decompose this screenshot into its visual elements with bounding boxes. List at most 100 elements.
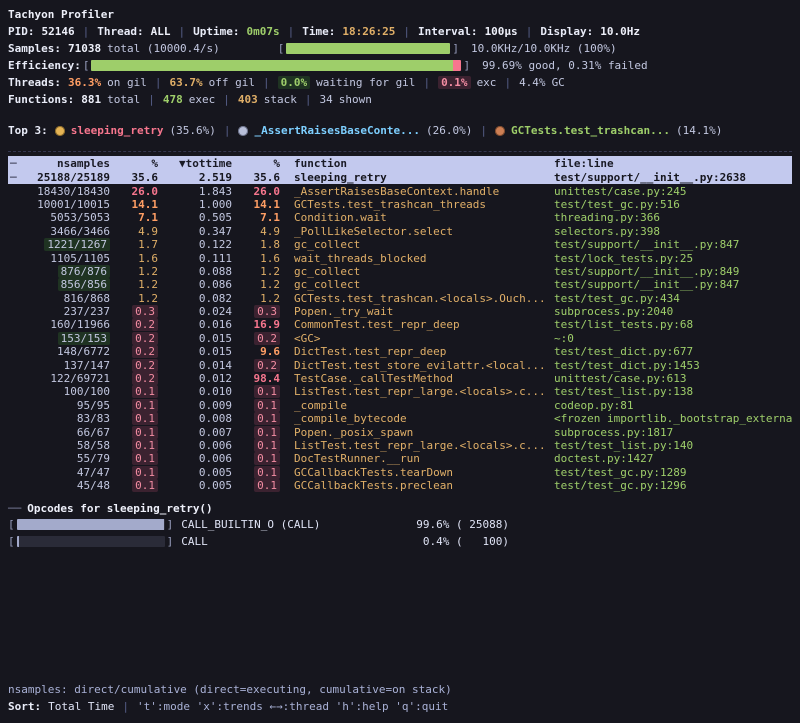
table-row[interactable]: 876/876 1.2 0.088 1.2 gc_collect test/su… [8,265,792,278]
thread-value[interactable]: ALL [151,25,171,38]
function-cell: DocTestRunner.__run [286,452,548,465]
file-line-cell: test/test_gc.py:1289 [548,466,792,479]
separator: | [223,93,230,106]
file-line-cell: test/test_list.py:138 [548,385,792,398]
tottime-cell: 1.000 [164,198,238,211]
thread-stat-value: 4.4% [519,76,546,89]
function-cell: CommonTest.test_repr_deep [286,318,548,331]
opcode-row: [ ] CALL 0.4% ( 100) [8,533,792,550]
col-header-cum-pct[interactable]: % [238,157,286,170]
function-cell: GCCallbackTests.preclean [286,479,548,492]
top3-item-3[interactable]: GCTests.test_trashcan...(14.1%) [495,124,722,137]
col-header-function[interactable]: function [286,157,548,170]
col-header-pct[interactable]: % [116,157,164,170]
thread-stat-value: 0.0% [278,76,311,89]
tottime-cell: 0.007 [164,426,238,439]
separator: | [305,93,312,106]
pct-cell: 0.2 [116,318,164,331]
table-row[interactable]: 816/868 1.2 0.082 1.2 GCTests.test_trash… [8,292,792,305]
file-line-cell: test/test_dict.py:1453 [548,359,792,372]
table-row[interactable]: 47/47 0.1 0.005 0.1 GCCallbackTests.tear… [8,466,792,479]
table-row[interactable]: 237/237 0.3 0.024 0.3 Popen._try_wait su… [8,305,792,318]
nsamples-cell: 1221/1267 [24,238,116,251]
table-row[interactable]: 45/48 0.1 0.005 0.1 GCCallbackTests.prec… [8,479,792,492]
table-row[interactable]: 100/100 0.1 0.010 0.1 ListTest.test_repr… [8,385,792,398]
efficiency-bar-good [91,60,453,71]
functions-stat-value: 403 [238,93,258,106]
table-body: ─ 25188/25189 35.6 2.519 35.6 sleeping_r… [8,171,792,492]
tottime-cell: 0.015 [164,332,238,345]
top3-item-1[interactable]: sleeping_retry(35.6%) [55,124,216,137]
tottime-cell: 0.010 [164,385,238,398]
separator: | [403,25,410,38]
sort-label: Sort: [8,700,41,713]
tottime-cell: 1.843 [164,185,238,198]
functions-stat-exec: 478exec [163,93,215,106]
nsamples-cell: 137/147 [24,359,116,372]
table-row[interactable]: 856/856 1.2 0.086 1.2 gc_collect test/su… [8,278,792,291]
function-cell: _AssertRaisesBaseContext.handle [286,185,548,198]
table-row[interactable]: 5053/5053 7.1 0.505 7.1 Condition.wait t… [8,211,792,224]
table-row[interactable]: 153/153 0.2 0.015 0.2 <GC> ~:0 [8,332,792,345]
function-cell: gc_collect [286,278,548,291]
thread-stat-name: waiting for gil [316,76,415,89]
pct-cell: 0.2 [116,372,164,385]
cum-pct-cell: 4.9 [238,225,286,238]
table-row[interactable]: 66/67 0.1 0.007 0.1 Popen._posix_spawn s… [8,425,792,438]
time-label: Time: [302,25,335,38]
function-cell: _compile [286,399,548,412]
col-header-file-line[interactable]: file:line [548,157,792,170]
file-line-cell: codeop.py:81 [548,399,792,412]
table-row[interactable]: 58/58 0.1 0.006 0.1 ListTest.test_repr_l… [8,439,792,452]
table-row[interactable]: 148/6772 0.2 0.015 9.6 DictTest.test_rep… [8,345,792,358]
samples-bar [286,43,450,54]
separator: | [423,76,430,89]
col-header-tottime-sorted[interactable]: ▼tottime [164,157,238,170]
col-header-nsamples[interactable]: nsamples [24,157,116,170]
table-row[interactable]: 137/147 0.2 0.014 0.2 DictTest.test_stor… [8,358,792,371]
opcode-bar-close-bracket: ] [167,518,174,531]
table-row[interactable]: 1105/1105 1.6 0.111 1.6 wait_threads_blo… [8,251,792,264]
opcodes-section: ── Opcodes for sleeping_retry() [ ] CALL… [8,500,792,549]
samples-label: Samples: [8,42,61,55]
function-cell: gc_collect [286,265,548,278]
threads-line: Threads: 36.3%on gil | 63.7%off gil | 0.… [8,74,792,91]
samples-total: 71038 [68,42,101,55]
function-cell: <GC> [286,332,548,345]
table-row[interactable]: 18430/18430 26.0 1.843 26.0 _AssertRaise… [8,184,792,197]
function-cell: _compile_bytecode [286,412,548,425]
table-row[interactable]: 3466/3466 4.9 0.347 4.9 _PollLikeSelecto… [8,225,792,238]
pct-cell: 26.0 [116,185,164,198]
table-row[interactable]: 160/11966 0.2 0.016 16.9 CommonTest.test… [8,318,792,331]
file-line-cell: test/test_list.py:140 [548,439,792,452]
app-title: Tachyon Profiler [8,8,114,21]
table-row[interactable]: ─ 25188/25189 35.6 2.519 35.6 sleeping_r… [8,171,792,184]
pct-cell: 7.1 [116,211,164,224]
top3-item-2[interactable]: _AssertRaisesBaseConte...(26.0%) [238,124,472,137]
table-row[interactable]: 83/83 0.1 0.008 0.1 _compile_bytecode <f… [8,412,792,425]
function-cell: Popen._posix_spawn [286,426,548,439]
pct-cell: 0.1 [116,439,164,452]
table-row[interactable]: 95/95 0.1 0.009 0.1 _compile codeop.py:8… [8,399,792,412]
function-cell: sleeping_retry [286,171,548,184]
file-line-cell: test/test_gc.py:1296 [548,479,792,492]
opcode-bar-open-bracket: [ [8,535,15,548]
cum-pct-cell: 0.1 [238,412,286,425]
file-line-cell: selectors.py:398 [548,225,792,238]
table-row[interactable]: 10001/10015 14.1 1.000 14.1 GCTests.test… [8,198,792,211]
table-row[interactable]: 122/69721 0.2 0.012 98.4 TestCase._callT… [8,372,792,385]
thread-stat-waiting-gil: 0.0% waiting for gil [278,76,416,89]
interval-label: Interval: [418,25,478,38]
top3-function-name: sleeping_retry [71,124,164,137]
file-line-cell: test/support/__init__.py:2638 [548,171,792,184]
function-cell: DictTest.test_store_evilattr.<local... [286,359,548,372]
table-row[interactable]: 55/79 0.1 0.006 0.1 DocTestRunner.__run … [8,452,792,465]
pct-cell: 0.1 [116,399,164,412]
functions-stat-value: 881 [81,93,101,106]
uptime-value: 0m07s [246,25,279,38]
nsamples-cell: 66/67 [24,426,116,439]
footer-keybindings-line: Sort: Total Time | 't':mode 'x':trends ←… [8,698,792,715]
table-row[interactable]: 1221/1267 1.7 0.122 1.8 gc_collect test/… [8,238,792,251]
thread-stat-gc: 4.4%GC [519,76,565,89]
tottime-cell: 0.009 [164,399,238,412]
